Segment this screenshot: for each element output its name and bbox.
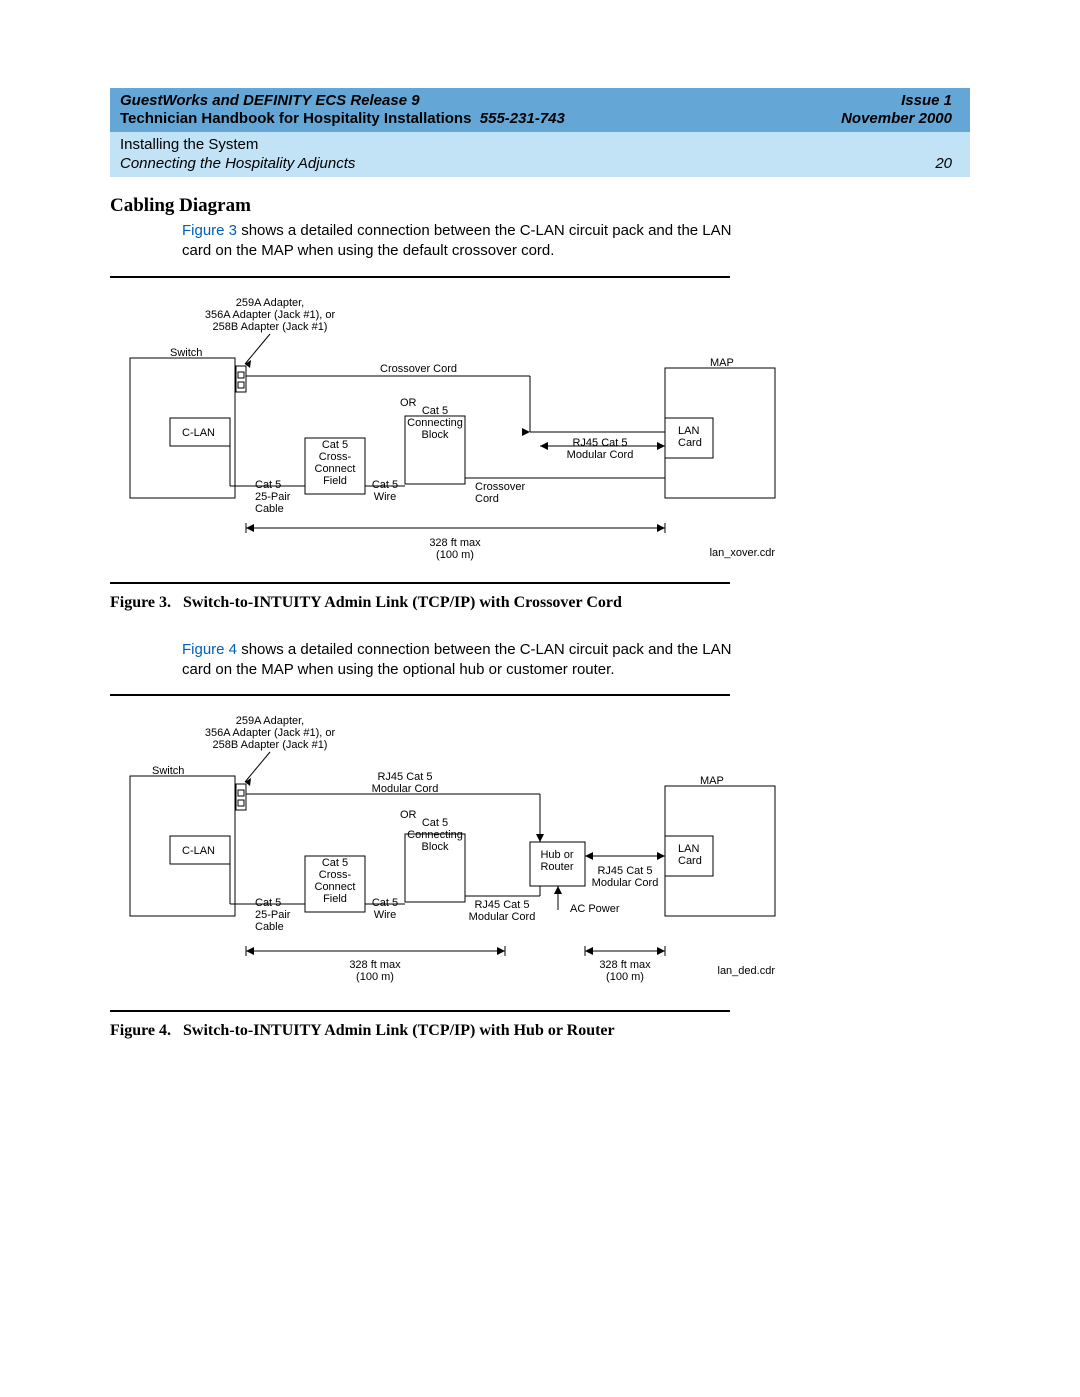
header-row-chapter: Installing the System — [110, 132, 970, 154]
figure3-ref-link[interactable]: Figure 3 — [182, 222, 237, 239]
doc-number: 555-231-743 — [480, 110, 565, 127]
fig3-cable1: Cat 5 — [255, 479, 281, 491]
fig4-cc4: Field — [323, 893, 347, 905]
fig4-or: OR — [400, 809, 417, 821]
fig4-cat5-c: Block — [422, 841, 449, 853]
fig4-dist1b: 328 ft max — [599, 959, 651, 971]
fig4-map: MAP — [700, 775, 724, 787]
fig3-dist2: (100 m) — [436, 549, 474, 561]
figure4-ref-link[interactable]: Figure 4 — [182, 641, 237, 658]
fig4-acpower: AC Power — [570, 903, 620, 915]
fig4-cat5-a: Cat 5 — [422, 817, 448, 829]
fig4-clan: C-LAN — [182, 845, 215, 857]
fig4-adapter3: 258B Adapter (Jack #1) — [213, 739, 328, 751]
fig4-lan2: Card — [678, 855, 702, 867]
fig3-rj45a: RJ45 Cat 5 — [572, 437, 627, 449]
header-row-subtitle: Technician Handbook for Hospitality Inst… — [110, 110, 970, 132]
fig4-wire1: Cat 5 — [372, 897, 398, 909]
fig4-modcordb2: Modular Cord — [469, 911, 536, 923]
fig4-label: Figure 4. — [110, 1022, 171, 1039]
page-header: GuestWorks and DEFINITY ECS Release 9 Is… — [110, 88, 970, 177]
header-row-title: GuestWorks and DEFINITY ECS Release 9 Is… — [110, 88, 970, 110]
fig4-wire2: Wire — [374, 909, 397, 921]
fig3-clan: C-LAN — [182, 427, 215, 439]
fig4-title: Switch-to-INTUITY Admin Link (TCP/IP) wi… — [183, 1022, 615, 1039]
fig4-cable3: Cable — [255, 921, 284, 933]
fig3-wire2: Wire — [374, 491, 397, 503]
fig3-cc2: Cross- — [319, 451, 352, 463]
issue-number: Issue 1 — [901, 92, 952, 109]
fig4-modcord2: Modular Cord — [372, 783, 439, 795]
fig4-cable2: 25-Pair — [255, 909, 291, 921]
fig3-crossover-label: Crossover Cord — [380, 363, 457, 375]
fig3-cc3: Connect — [315, 463, 356, 475]
fig3-title: Switch-to-INTUITY Admin Link (TCP/IP) wi… — [183, 594, 622, 611]
paragraph-figure3-rest: shows a detailed connection between the … — [182, 222, 731, 259]
fig4-cc2: Cross- — [319, 869, 352, 881]
fig4-cable1: Cat 5 — [255, 897, 281, 909]
horizontal-rule — [110, 582, 730, 584]
fig4-modcord1: RJ45 Cat 5 — [377, 771, 432, 783]
horizontal-rule — [110, 276, 730, 278]
fig3-adapter3: 258B Adapter (Jack #1) — [213, 321, 328, 333]
fig3-rj45b: Modular Cord — [567, 449, 634, 461]
fig4-adapter2: 356A Adapter (Jack #1), or — [205, 727, 336, 739]
fig4-hub1: Hub or — [540, 849, 573, 861]
handbook-subtitle: Technician Handbook for Hospitality Inst… — [120, 110, 565, 127]
paragraph-figure4-intro: Figure 4 shows a detailed connection bet… — [182, 640, 762, 681]
fig3-cable3: Cable — [255, 503, 284, 515]
fig3-map: MAP — [710, 357, 734, 369]
fig3-adapter1: 259A Adapter, — [236, 297, 305, 309]
figure3-diagram: 259A Adapter, 356A Adapter (Jack #1), or… — [110, 288, 810, 568]
chapter-title: Installing the System — [120, 136, 258, 153]
fig4-switch: Switch — [152, 765, 184, 777]
fig3-cc4: Field — [323, 475, 347, 487]
fig3-or: OR — [400, 397, 417, 409]
fig4-lan1: LAN — [678, 843, 699, 855]
fig3-adapter2: 356A Adapter (Jack #1), or — [205, 309, 336, 321]
fig4-cc1: Cat 5 — [322, 857, 348, 869]
fig4-dist1: 328 ft max — [349, 959, 401, 971]
paragraph-figure3-intro: Figure 3 shows a detailed connection bet… — [182, 221, 762, 262]
fig3-cat5-b: Connecting — [407, 417, 463, 429]
header-row-section: Connecting the Hospitality Adjuncts 20 — [110, 154, 970, 177]
fig4-hub2: Router — [540, 861, 573, 873]
fig3-cat5-a: Cat 5 — [422, 405, 448, 417]
fig4-rj45b: Modular Cord — [592, 877, 659, 889]
fig3-filename: lan_xover.cdr — [710, 547, 776, 559]
fig3-lan1: LAN — [678, 425, 699, 437]
fig3-xover2: Cord — [475, 493, 499, 505]
fig4-dist2b: (100 m) — [606, 971, 644, 983]
fig4-modcordb1: RJ45 Cat 5 — [474, 899, 529, 911]
section-path: Connecting the Hospitality Adjuncts — [120, 155, 355, 172]
fig4-dist2: (100 m) — [356, 971, 394, 983]
fig3-switch: Switch — [170, 347, 202, 359]
horizontal-rule — [110, 694, 730, 696]
paragraph-figure4-rest: shows a detailed connection between the … — [182, 641, 731, 678]
fig4-adapter1: 259A Adapter, — [236, 715, 305, 727]
document-page: GuestWorks and DEFINITY ECS Release 9 Is… — [0, 0, 1080, 1128]
fig4-rj45a: RJ45 Cat 5 — [597, 865, 652, 877]
fig3-xover1: Crossover — [475, 481, 525, 493]
fig3-cc1: Cat 5 — [322, 439, 348, 451]
fig4-filename: lan_ded.cdr — [718, 965, 776, 977]
fig4-cat5-b: Connecting — [407, 829, 463, 841]
section-title: Cabling Diagram — [110, 195, 970, 217]
figure4-diagram: 259A Adapter, 356A Adapter (Jack #1), or… — [110, 706, 810, 996]
fig4-cc3: Connect — [315, 881, 356, 893]
fig3-cat5-c: Block — [422, 429, 449, 441]
page-number: 20 — [935, 155, 952, 172]
publish-date: November 2000 — [841, 110, 952, 127]
figure3-caption: Figure 3. Switch-to-INTUITY Admin Link (… — [110, 594, 970, 612]
fig3-label: Figure 3. — [110, 594, 171, 611]
fig3-wire1: Cat 5 — [372, 479, 398, 491]
product-line: GuestWorks and DEFINITY ECS Release 9 — [120, 92, 420, 109]
horizontal-rule — [110, 1010, 730, 1012]
fig3-dist1: 328 ft max — [429, 537, 481, 549]
fig3-lan2: Card — [678, 437, 702, 449]
figure4-caption: Figure 4. Switch-to-INTUITY Admin Link (… — [110, 1022, 970, 1040]
fig3-cable2: 25-Pair — [255, 491, 291, 503]
